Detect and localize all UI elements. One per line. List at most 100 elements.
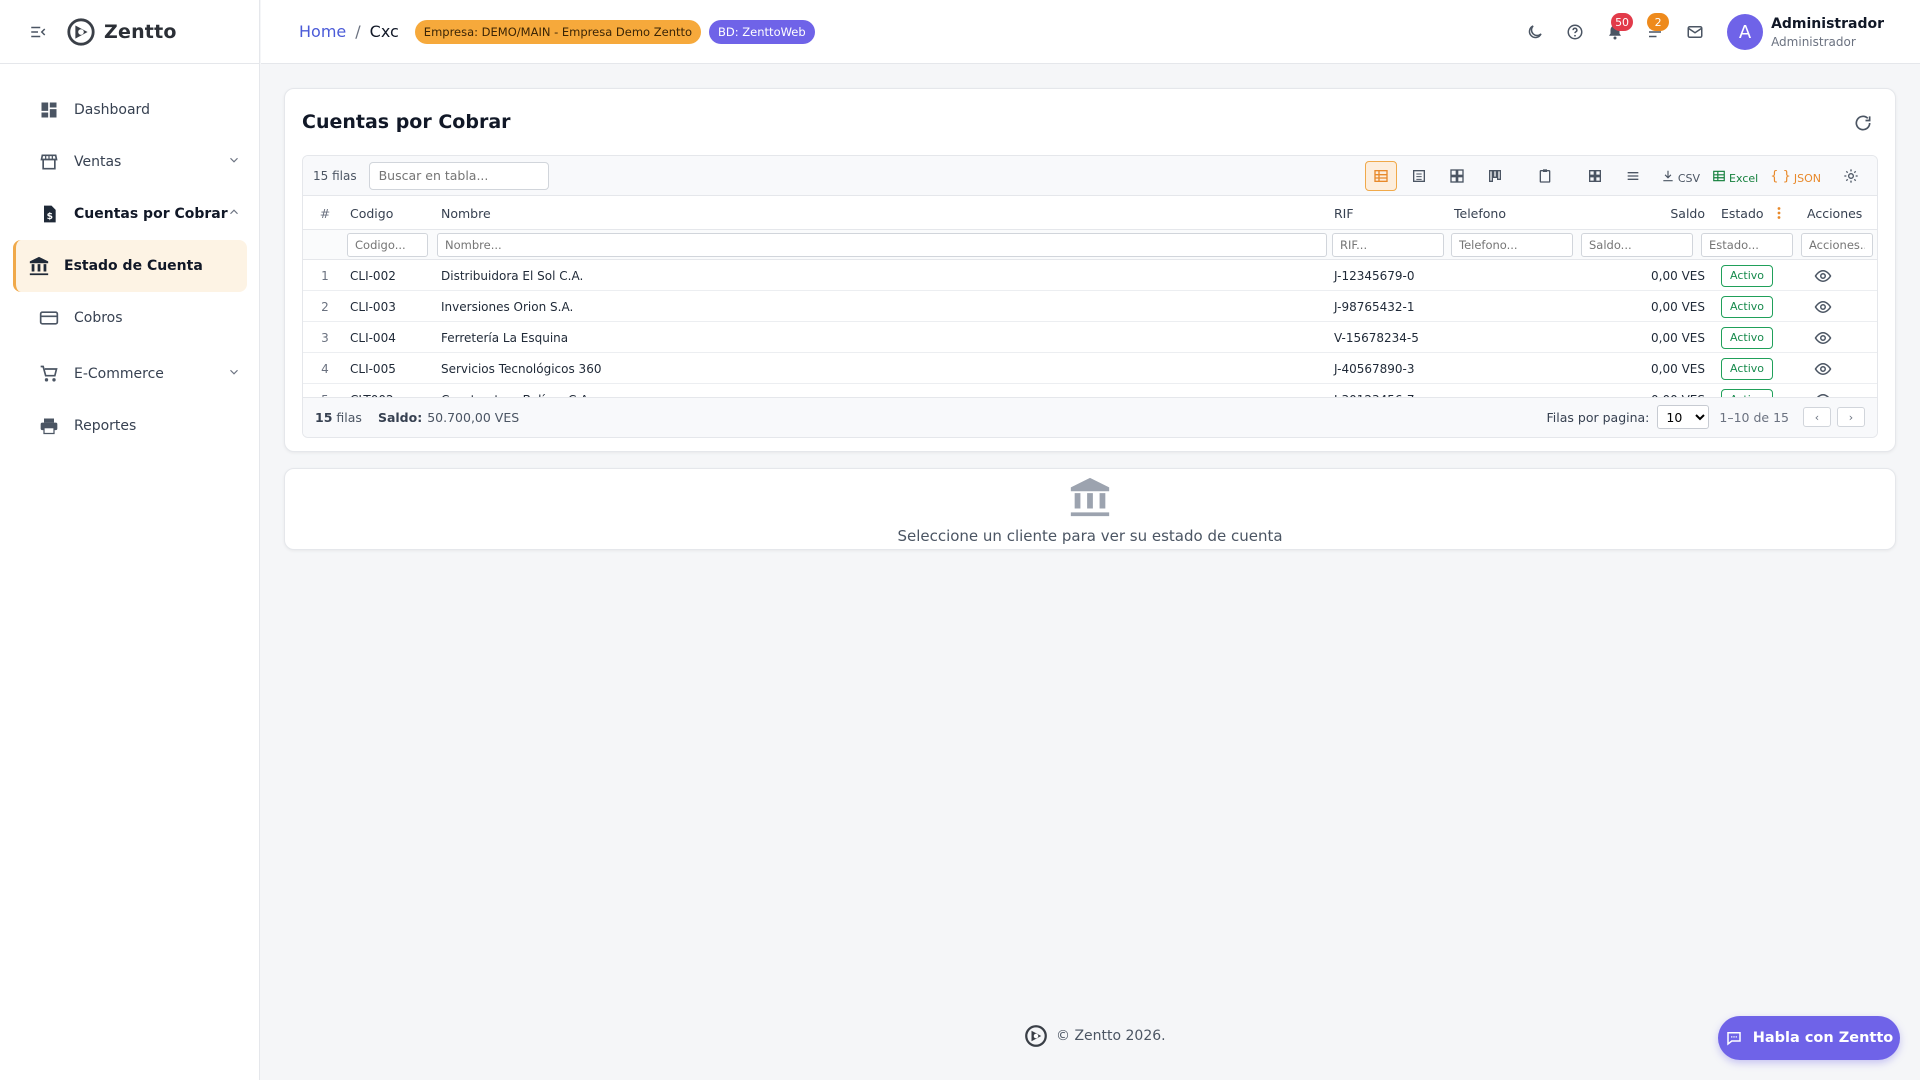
cell-codigo: CLI-003 (350, 299, 396, 314)
collapse-menu-icon[interactable] (24, 18, 52, 46)
settings-gear-icon[interactable] (1835, 161, 1867, 191)
table-row[interactable]: 1 CLI-002 Distribuidora El Sol C.A. J-12… (303, 260, 1877, 291)
cell-estado: Activo (1721, 353, 1773, 384)
empresa-chip[interactable]: Empresa: DEMO/MAIN - Empresa Demo Zentto (414, 19, 702, 44)
table-row[interactable]: 3 CLI-004 Ferretería La Esquina V-156782… (303, 322, 1877, 353)
download-icon (1663, 170, 1673, 182)
help-icon[interactable] (1555, 12, 1595, 52)
column-header-rif[interactable]: RIF (1334, 196, 1354, 230)
rows-per-page-select[interactable]: 10 (1657, 405, 1710, 429)
kanban-view-icon[interactable] (1479, 161, 1511, 191)
view-eye-icon[interactable] (1807, 360, 1839, 378)
pagination: Filas por pagina: 10 1–10 de 15 ‹ › (1547, 405, 1865, 429)
column-menu-icon[interactable] (1773, 196, 1785, 230)
row-number: 1 (321, 268, 329, 283)
chat-with-zentto-button[interactable]: Habla con Zentto (1718, 1016, 1900, 1060)
sidebar-item-cuentas-por-cobrar[interactable]: $ Cuentas por Cobrar (12, 188, 247, 240)
refresh-icon[interactable] (1849, 109, 1877, 137)
filter-rif-input[interactable] (1332, 233, 1444, 257)
sidebar-item-cobros[interactable]: Cobros (12, 292, 247, 344)
sidebar-item-label: Reportes (74, 418, 137, 434)
sidebar-nav: Dashboard Ventas $ Cuentas por Cobrar Es… (0, 64, 259, 452)
chevron-down-icon (227, 153, 241, 171)
rows-density-icon[interactable] (1617, 161, 1649, 191)
grid-toolbar: 15 filas CSV Excel (303, 156, 1877, 196)
cell-estado: Activo (1721, 384, 1773, 397)
cell-saldo: 0,00 VES (1593, 384, 1705, 398)
top-actions: 50 2 A Administrador Administrador (1515, 0, 1884, 64)
cell-codigo: CLI-004 (350, 330, 396, 345)
empty-state-text: Seleccione un cliente para ver su estado… (897, 527, 1283, 545)
sidebar-item-label: Dashboard (74, 102, 150, 118)
sidebar-item-dashboard[interactable]: Dashboard (12, 84, 247, 136)
copyright-text: © Zentto 2026. (1056, 1028, 1166, 1044)
user-info[interactable]: Administrador Administrador (1771, 16, 1884, 49)
database-chip[interactable]: BD: ZenttoWeb (709, 19, 815, 44)
sidebar-item-ventas[interactable]: Ventas (12, 136, 247, 188)
view-eye-icon[interactable] (1807, 298, 1839, 316)
sidebar-item-estado-de-cuenta[interactable]: Estado de Cuenta (13, 240, 247, 292)
table-search-input[interactable] (368, 161, 549, 190)
dark-mode-icon[interactable] (1515, 12, 1555, 52)
json-label: JSON (1793, 171, 1821, 185)
column-header-codigo[interactable]: Codigo (350, 196, 393, 230)
export-csv-button[interactable]: CSV (1661, 168, 1700, 185)
column-header-number[interactable]: # (315, 196, 335, 230)
row-number: 5 (315, 384, 335, 398)
footer-saldo-label: Saldo: (377, 410, 423, 425)
column-header-telefono[interactable]: Telefono (1454, 196, 1506, 230)
user-name: Administrador (1771, 15, 1884, 32)
cell-saldo: 0,00 VES (1651, 330, 1705, 345)
export-excel-button[interactable]: Excel (1712, 168, 1758, 185)
sidebar-item-reportes[interactable]: Reportes (12, 400, 247, 452)
notifications-icon[interactable]: 50 (1595, 12, 1635, 52)
view-eye-icon[interactable] (1807, 267, 1839, 285)
table-row[interactable]: 2 CLI-003 Inversiones Orion S.A. J-98765… (303, 291, 1877, 322)
avatar[interactable]: A (1727, 14, 1764, 50)
table-view-icon[interactable] (1364, 161, 1397, 191)
cell-rif: J-40567890-3 (1334, 361, 1415, 376)
tasks-icon[interactable]: 2 (1635, 12, 1675, 52)
data-grid: 15 filas CSV Excel (302, 155, 1878, 438)
filter-codigo-input[interactable] (347, 233, 428, 257)
sidebar-item-label: Cobros (74, 310, 123, 326)
filter-estado-input[interactable] (1701, 233, 1793, 257)
excel-label: Excel (1729, 171, 1759, 185)
filter-nombre-input[interactable] (437, 233, 1327, 257)
sidebar-item-e-commerce[interactable]: E-Commerce (12, 348, 247, 400)
export-json-button[interactable]: { } JSON (1770, 168, 1821, 185)
cell-codigo: CLI-005 (350, 361, 396, 376)
cell-nombre: Servicios Tecnológicos 360 (441, 361, 602, 376)
table-row[interactable]: 5 CLT002 Constructora Bolívar C.A. J-301… (303, 384, 1877, 397)
cell-rif: J-12345679-0 (1334, 268, 1415, 283)
cell-estado: Activo (1721, 322, 1773, 353)
mail-icon[interactable] (1675, 12, 1715, 52)
filter-telefono-input[interactable] (1451, 233, 1573, 257)
sidebar: Zentto Dashboard Ventas $ Cuentas por Co… (0, 0, 260, 1080)
row-number: 3 (321, 330, 329, 345)
filter-acciones-input[interactable] (1801, 233, 1873, 257)
breadcrumb-home[interactable]: Home (299, 22, 346, 41)
chevron-down-icon (227, 365, 241, 383)
filter-saldo-input[interactable] (1581, 233, 1693, 257)
clipboard-icon[interactable] (1529, 161, 1561, 191)
receivable-icon: $ (38, 203, 60, 225)
next-page-button[interactable]: › (1837, 407, 1865, 427)
table-row[interactable]: 4 CLI-005 Servicios Tecnológicos 360 J-4… (303, 353, 1877, 384)
card-view-icon[interactable] (1441, 161, 1473, 191)
prev-page-button[interactable]: ‹ (1803, 407, 1831, 427)
footer-rows-number: 15 (315, 410, 333, 425)
grid-density-icon[interactable] (1579, 161, 1611, 191)
column-header-acciones[interactable]: Acciones (1807, 196, 1862, 230)
column-header-saldo[interactable]: Saldo (1593, 196, 1705, 230)
view-eye-icon[interactable] (1807, 329, 1839, 347)
footer-saldo-value: 50.700,00 VES (427, 410, 520, 425)
chat-button-label: Habla con Zentto (1752, 1030, 1894, 1046)
column-header-estado[interactable]: Estado (1721, 196, 1764, 230)
toolbar-tools: CSV Excel { } JSON (1359, 161, 1867, 191)
zentto-logo-icon (67, 17, 95, 46)
list-view-icon[interactable] (1403, 161, 1435, 191)
column-header-nombre[interactable]: Nombre (441, 196, 491, 230)
row-number: 4 (321, 361, 329, 376)
footer-rows-word: filas (336, 410, 362, 425)
